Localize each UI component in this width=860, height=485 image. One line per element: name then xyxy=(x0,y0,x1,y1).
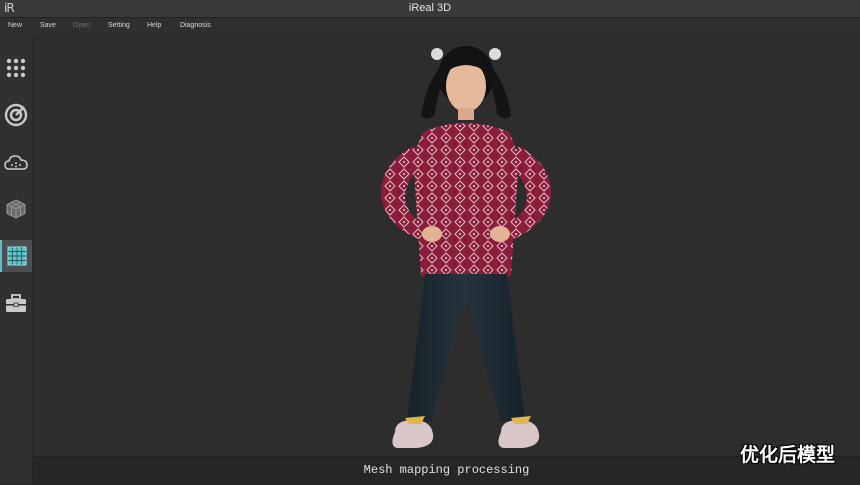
menu-new[interactable]: New xyxy=(8,22,22,29)
sidebar-tool-toolbox[interactable] xyxy=(0,287,32,319)
sidebar-tool-align[interactable] xyxy=(0,99,32,131)
menu-open: Open xyxy=(73,22,91,29)
caption-watermark: 优化后模型 xyxy=(740,444,836,466)
tool-sidebar xyxy=(0,36,33,484)
target-icon xyxy=(4,103,28,127)
grid-dots-icon xyxy=(6,58,26,78)
menu-bar: New Save Open Setting Help Diagnosis xyxy=(0,18,860,36)
menu-setting[interactable]: Setting xyxy=(108,22,130,29)
status-message: Mesh mapping processing xyxy=(363,463,530,477)
status-bar: Mesh mapping processing xyxy=(33,456,860,485)
menu-diagnosis[interactable]: Diagnosis xyxy=(180,22,211,29)
sidebar-tool-pointcloud[interactable] xyxy=(0,146,32,178)
scanned-model[interactable] xyxy=(33,36,860,456)
sidebar-tool-mesh[interactable] xyxy=(0,193,32,225)
cloud-icon xyxy=(4,155,28,170)
mesh-cube-icon xyxy=(6,199,26,219)
sweater xyxy=(413,123,519,281)
jeans xyxy=(407,274,525,422)
texture-grid-icon xyxy=(7,246,27,266)
window-title: iReal 3D xyxy=(408,2,452,14)
title-bar: iR iReal 3D xyxy=(0,0,860,18)
menu-save[interactable]: Save xyxy=(40,22,56,29)
sidebar-tool-texture[interactable] xyxy=(0,240,32,272)
menu-help[interactable]: Help xyxy=(147,22,161,29)
3d-viewport[interactable] xyxy=(33,36,860,456)
sidebar-tool-capture[interactable] xyxy=(0,52,32,84)
shoes xyxy=(392,416,540,448)
toolbox-icon xyxy=(6,294,26,312)
